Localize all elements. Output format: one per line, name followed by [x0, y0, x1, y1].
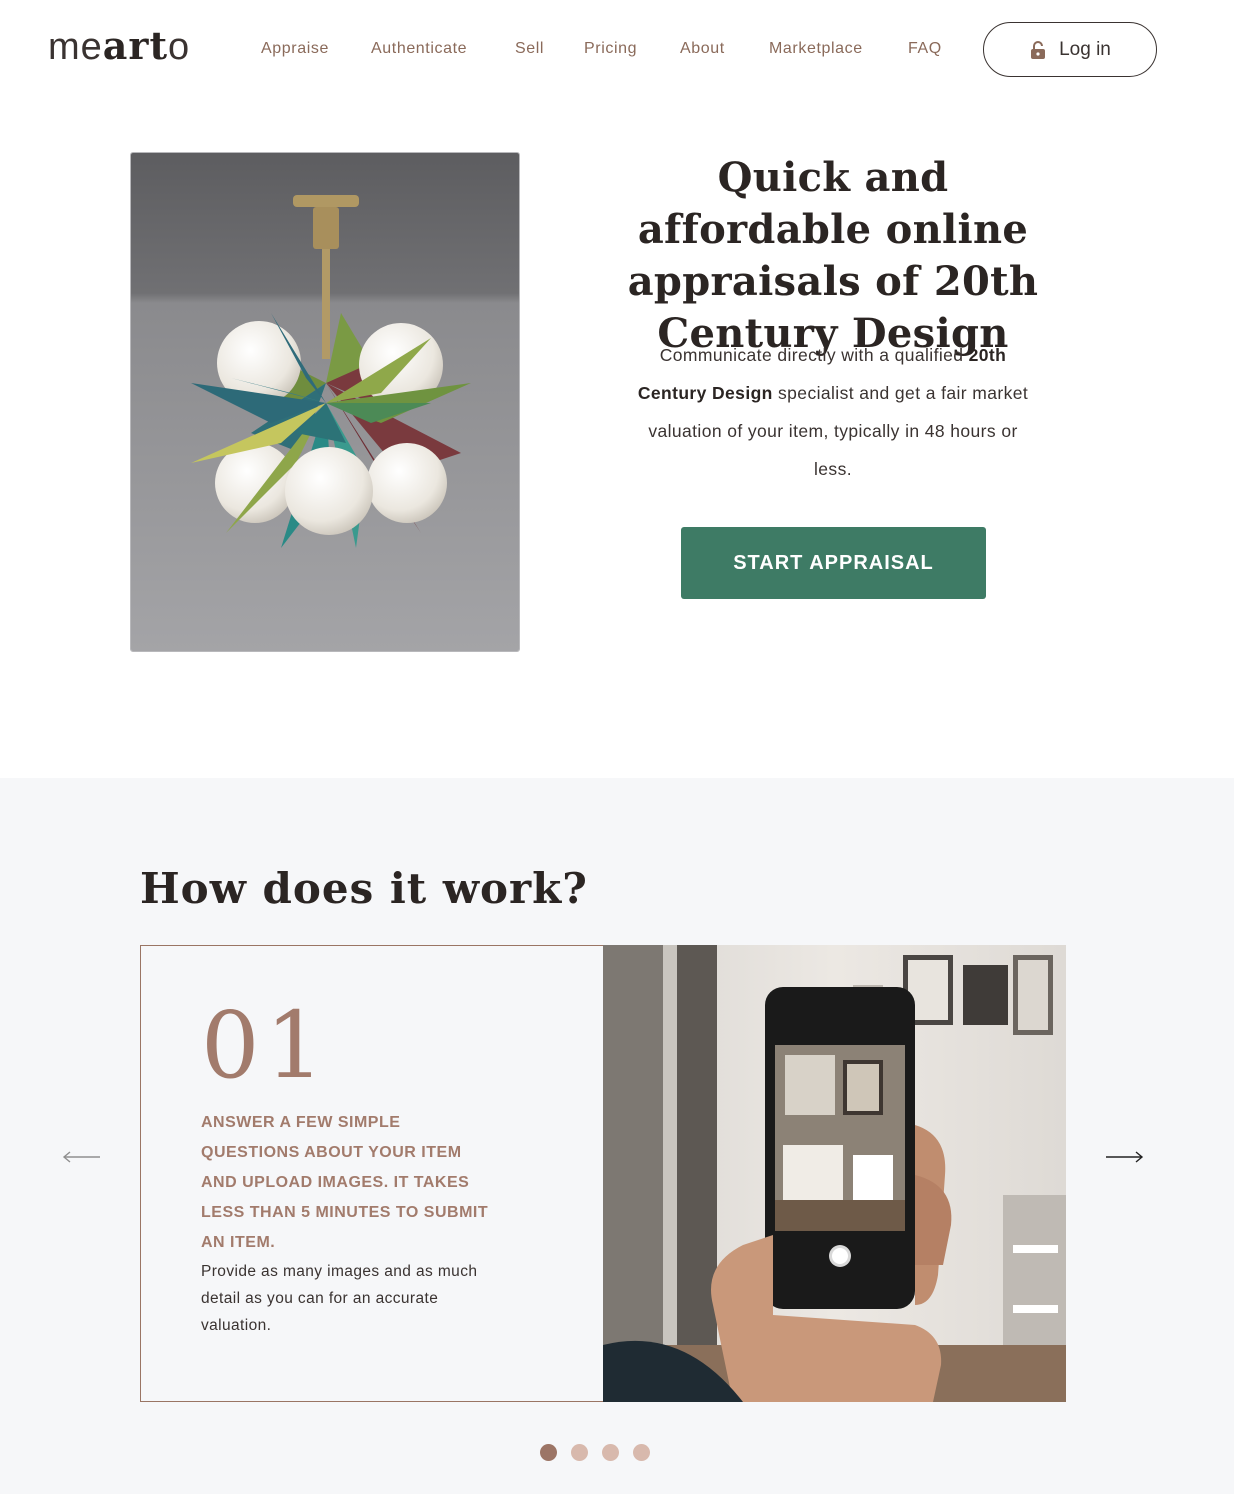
- hero-desc-part1: Communicate directly with a qualified: [659, 345, 969, 365]
- step-body: Provide as many images and as much detai…: [201, 1263, 478, 1334]
- hero-image: [130, 152, 520, 652]
- carousel-dots: [540, 1444, 660, 1462]
- step-card: 01 ANSWER A FEW SIMPLE QUESTIONS ABOUT Y…: [140, 945, 1066, 1402]
- nav-item-pricing[interactable]: Pricing: [584, 38, 637, 60]
- pendant-lamp-illustration: [131, 153, 519, 651]
- nav-item-authenticate[interactable]: Authenticate: [371, 38, 467, 60]
- nav-item-about[interactable]: About: [680, 38, 725, 60]
- carousel-next-button[interactable]: [1104, 1146, 1144, 1168]
- nav-item-faq[interactable]: FAQ: [908, 38, 942, 60]
- lock-icon: [1029, 40, 1047, 60]
- step-image: [603, 945, 1066, 1402]
- site-header: mearto Appraise Authenticate Sell Pricin…: [0, 0, 1234, 100]
- arrow-right-icon: [1106, 1151, 1144, 1163]
- hero-description: Communicate directly with a qualified 20…: [630, 336, 1036, 488]
- carousel-dot-2[interactable]: [571, 1444, 588, 1461]
- carousel-dot-1[interactable]: [540, 1444, 557, 1461]
- login-button[interactable]: Log in: [983, 22, 1157, 77]
- section-title: How does it work?: [140, 864, 588, 913]
- nav-item-sell[interactable]: Sell: [515, 38, 544, 60]
- carousel-prev-button[interactable]: [62, 1146, 102, 1168]
- carousel-dot-3[interactable]: [602, 1444, 619, 1461]
- nav-item-appraise[interactable]: Appraise: [261, 38, 329, 60]
- arrow-left-icon: [62, 1151, 100, 1163]
- step-number: 01: [201, 992, 331, 1099]
- carousel-dot-4[interactable]: [633, 1444, 650, 1461]
- login-label: Log in: [1059, 38, 1111, 60]
- phone-camera-illustration: [603, 945, 1066, 1402]
- nav-item-marketplace[interactable]: Marketplace: [769, 38, 863, 60]
- hero-title: Quick and affordable online appraisals o…: [627, 154, 1039, 357]
- how-it-works-section: How does it work? 01 ANSWER A FEW SIMPLE…: [0, 778, 1234, 1494]
- step-heading: ANSWER A FEW SIMPLE QUESTIONS ABOUT YOUR…: [201, 1114, 489, 1251]
- start-appraisal-button[interactable]: START APPRAISAL: [681, 527, 986, 599]
